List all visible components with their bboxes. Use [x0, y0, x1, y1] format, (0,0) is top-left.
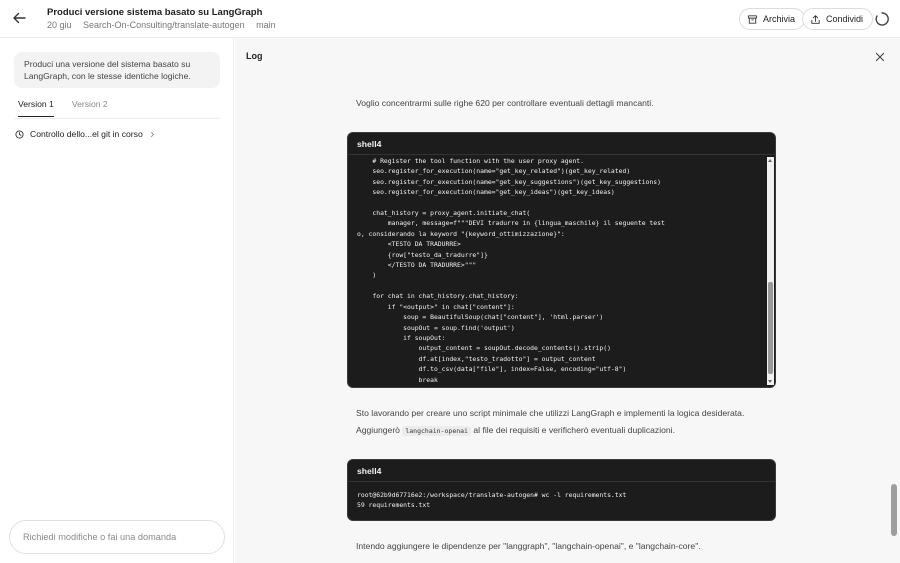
shell-title: shell4 — [348, 460, 775, 482]
log-message-part: Aggiungerò — [356, 425, 400, 435]
share-label: Condividi — [826, 14, 864, 24]
log-message: Sto lavorando per creare uno script mini… — [356, 408, 745, 418]
page-scrollbar-thumb[interactable] — [891, 484, 897, 536]
task-meta: 20 giu Search-On-Consulting/translate-au… — [47, 20, 285, 30]
share-button[interactable]: Condividi — [802, 8, 874, 30]
chat-input[interactable]: Richiedi modifiche o fai una domanda — [9, 520, 225, 554]
user-prompt-bubble: Produci una versione del sistema basato … — [14, 52, 220, 88]
archive-label: Archivia — [763, 14, 796, 24]
shell-output-block: shell4 # Register the tool function with… — [347, 132, 776, 388]
task-status-label: Controllo dello...el git in corso — [30, 129, 143, 139]
log-panel: Log Voglio concentrarmi sulle righe 620 … — [235, 38, 900, 563]
top-bar: Produci versione sistema basato su LangG… — [0, 0, 900, 38]
shell-code: root@62b9d67716e2:/workspace/translate-a… — [357, 491, 627, 510]
repo-name[interactable]: Search-On-Consulting/translate-autogen — [83, 20, 245, 30]
log-message: Voglio concentrarmi sulle righe 620 per … — [356, 98, 654, 108]
loading-spinner-icon — [875, 12, 889, 26]
tab-version-1[interactable]: Version 1 — [18, 99, 54, 117]
chat-input-placeholder: Richiedi modifiche o fai una domanda — [23, 532, 177, 542]
chevron-right-icon — [150, 131, 154, 137]
shell-scrollbar[interactable] — [767, 157, 774, 385]
task-title: Produci versione sistema basato su LangG… — [47, 7, 263, 18]
shell-code: # Register the tool function with the us… — [357, 157, 665, 384]
branch-name: main — [256, 20, 276, 30]
clock-icon — [15, 129, 24, 139]
archive-icon — [747, 14, 758, 24]
shell-title: shell4 — [348, 133, 775, 155]
log-message: Aggiungerò langchain-openai al file dei … — [356, 425, 675, 436]
task-sidebar: Produci una versione del sistema basato … — [0, 38, 234, 563]
shell-scrollbar-thumb[interactable] — [768, 282, 773, 374]
log-message: Intendo aggiungere le dipendenze per "la… — [356, 541, 701, 551]
close-icon[interactable] — [875, 52, 885, 62]
log-title: Log — [246, 51, 263, 61]
archive-button[interactable]: Archivia — [739, 8, 806, 30]
tab-version-2[interactable]: Version 2 — [72, 99, 108, 117]
log-message-part: al file dei requisiti e verificherò even… — [473, 425, 675, 435]
shell-output-block: shell4 root@62b9d67716e2:/workspace/tran… — [347, 459, 776, 521]
scroll-up-arrow-icon[interactable] — [768, 159, 772, 162]
back-arrow-icon[interactable] — [10, 9, 28, 27]
task-date: 20 giu — [47, 20, 72, 30]
share-icon — [811, 14, 820, 24]
version-tabs: Version 1 Version 2 — [18, 99, 108, 117]
scroll-down-arrow-icon[interactable] — [768, 380, 772, 383]
tabs-divider — [14, 118, 220, 119]
task-status-row[interactable]: Controllo dello...el git in corso — [15, 129, 156, 139]
inline-code: langchain-openai — [402, 426, 471, 436]
